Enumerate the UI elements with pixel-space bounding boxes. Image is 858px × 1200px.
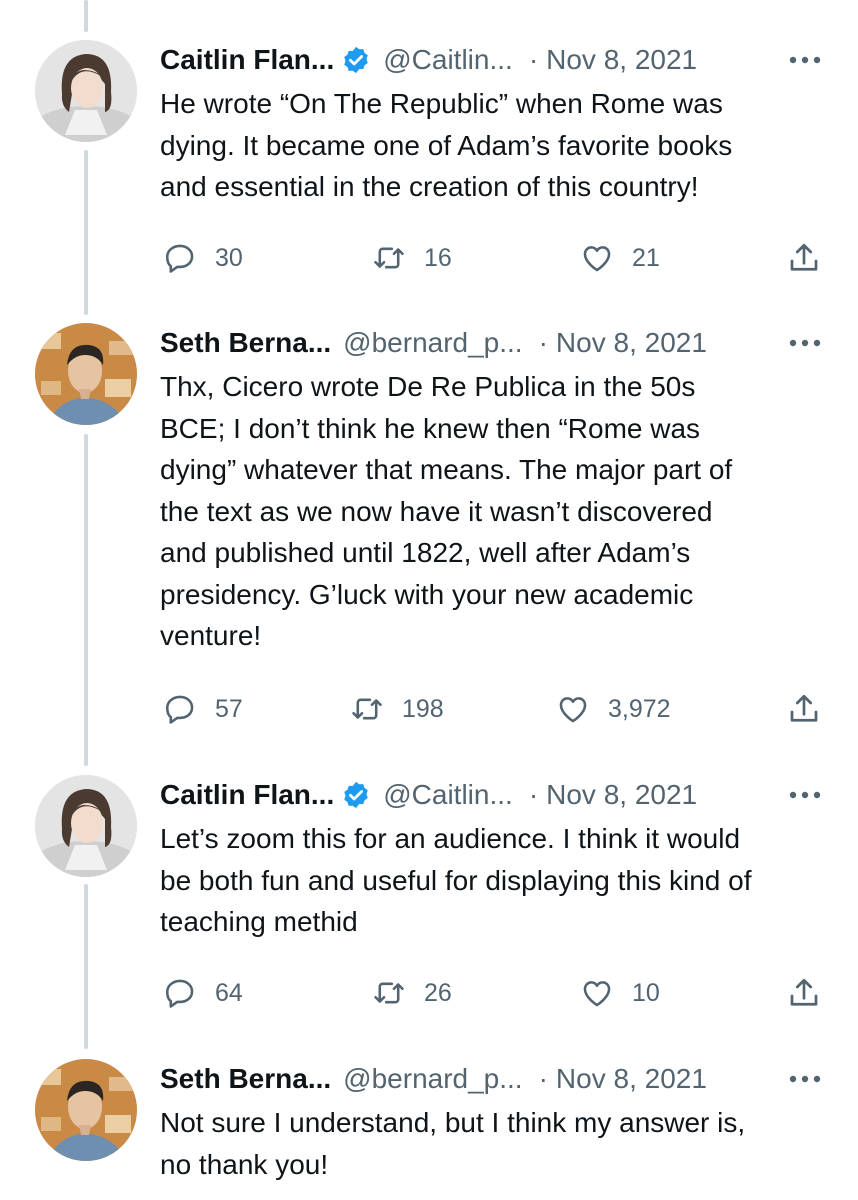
retweet-icon [352,698,382,720]
reply-button[interactable]: 57 [163,689,243,729]
tweet-header: Seth Berna... @bernard_p... · Nov 8, 202… [160,1059,840,1099]
like-button[interactable]: 10 [580,973,660,1013]
avatar-image-seth [35,323,137,425]
heart-icon [583,246,611,272]
share-button[interactable] [786,973,822,1013]
share-icon [790,694,818,722]
more-button[interactable] [788,1059,822,1099]
share-button[interactable] [786,689,822,729]
share-button[interactable] [786,238,822,278]
more-button[interactable] [788,323,822,363]
avatar-image-caitlin [35,40,137,142]
like-count: 3,972 [608,694,671,723]
reply-icon [165,695,194,724]
timestamp[interactable]: Nov 8, 2021 [546,40,697,80]
verified-badge-icon [344,46,368,74]
timestamp[interactable]: Nov 8, 2021 [546,775,697,815]
tweet[interactable]: Seth Berna... @bernard_p... · Nov 8, 202… [0,323,858,743]
reply-button[interactable]: 64 [163,973,243,1013]
avatar[interactable] [35,323,137,425]
tweet-text: Let’s zoom this for an audience. I think… [160,823,752,937]
display-name[interactable]: Seth Berna... [160,323,331,363]
verified-badge-icon [344,781,368,809]
display-name[interactable]: Caitlin Flan... [160,40,334,80]
thread-line-top [84,0,88,32]
retweet-button[interactable]: 16 [372,238,452,278]
avatar-image-seth [35,1059,137,1161]
share-icon [790,243,818,271]
reply-icon [165,244,194,273]
reply-count: 64 [215,978,243,1007]
more-icon [789,1075,821,1083]
reply-button[interactable]: 30 [163,238,243,278]
timestamp[interactable]: Nov 8, 2021 [556,1059,707,1099]
tweet-actions: 64 26 10 [0,973,858,1013]
timestamp[interactable]: Nov 8, 2021 [556,323,707,363]
reply-icon [165,979,194,1008]
tweet-header: Caitlin Flan... @Caitlin... · Nov 8, 202… [160,775,840,815]
like-button[interactable]: 3,972 [556,689,671,729]
avatar[interactable] [35,1059,137,1161]
avatar-image-caitlin [35,775,137,877]
tweet-text: He wrote “On The Republic” when Rome was… [160,88,733,202]
separator-dot: · [538,327,548,358]
retweet-count: 26 [424,978,452,1007]
retweet-count: 16 [424,243,452,272]
retweet-count: 198 [402,694,444,723]
separator-dot: · [538,1063,548,1094]
more-icon [789,339,821,347]
tweet[interactable]: Caitlin Flan... @Caitlin... · Nov 8, 202… [0,775,858,1020]
retweet-button[interactable]: 198 [350,689,444,729]
retweet-icon [374,247,404,269]
retweet-icon [374,982,404,1004]
username[interactable]: @Caitlin... [383,40,513,80]
avatar[interactable] [35,40,137,142]
more-icon [789,56,821,64]
tweet[interactable]: Seth Berna... @bernard_p... · Nov 8, 202… [0,1059,858,1200]
heart-icon [583,981,611,1007]
retweet-button[interactable]: 26 [372,973,452,1013]
more-icon [789,791,821,799]
reply-count: 30 [215,243,243,272]
tweet-text: Not sure I understand, but I think my an… [160,1107,746,1180]
tweet-actions: 57 198 3,972 [0,689,858,729]
like-button[interactable]: 21 [580,238,660,278]
username[interactable]: @Caitlin... [383,775,513,815]
reply-count: 57 [215,694,243,723]
heart-icon [559,697,587,723]
username[interactable]: @bernard_p... [343,1059,522,1099]
like-count: 21 [632,243,660,272]
tweet[interactable]: Caitlin Flan... @Caitlin... · Nov 8, 202… [0,40,858,280]
tweet-actions: 30 16 21 [0,238,858,278]
tweet-header: Seth Berna... @bernard_p... · Nov 8, 202… [160,323,840,363]
like-count: 10 [632,978,660,1007]
tweet-text: Thx, Cicero wrote De Re Publica in the 5… [160,371,733,651]
avatar[interactable] [35,775,137,877]
separator-dot: · [528,44,539,75]
tweet-header: Caitlin Flan... @Caitlin... · Nov 8, 202… [160,40,840,80]
display-name[interactable]: Seth Berna... [160,1059,331,1099]
separator-dot: · [528,779,539,810]
more-button[interactable] [788,775,822,815]
more-button[interactable] [788,40,822,80]
username[interactable]: @bernard_p... [343,323,522,363]
share-icon [790,978,818,1006]
display-name[interactable]: Caitlin Flan... [160,775,334,815]
